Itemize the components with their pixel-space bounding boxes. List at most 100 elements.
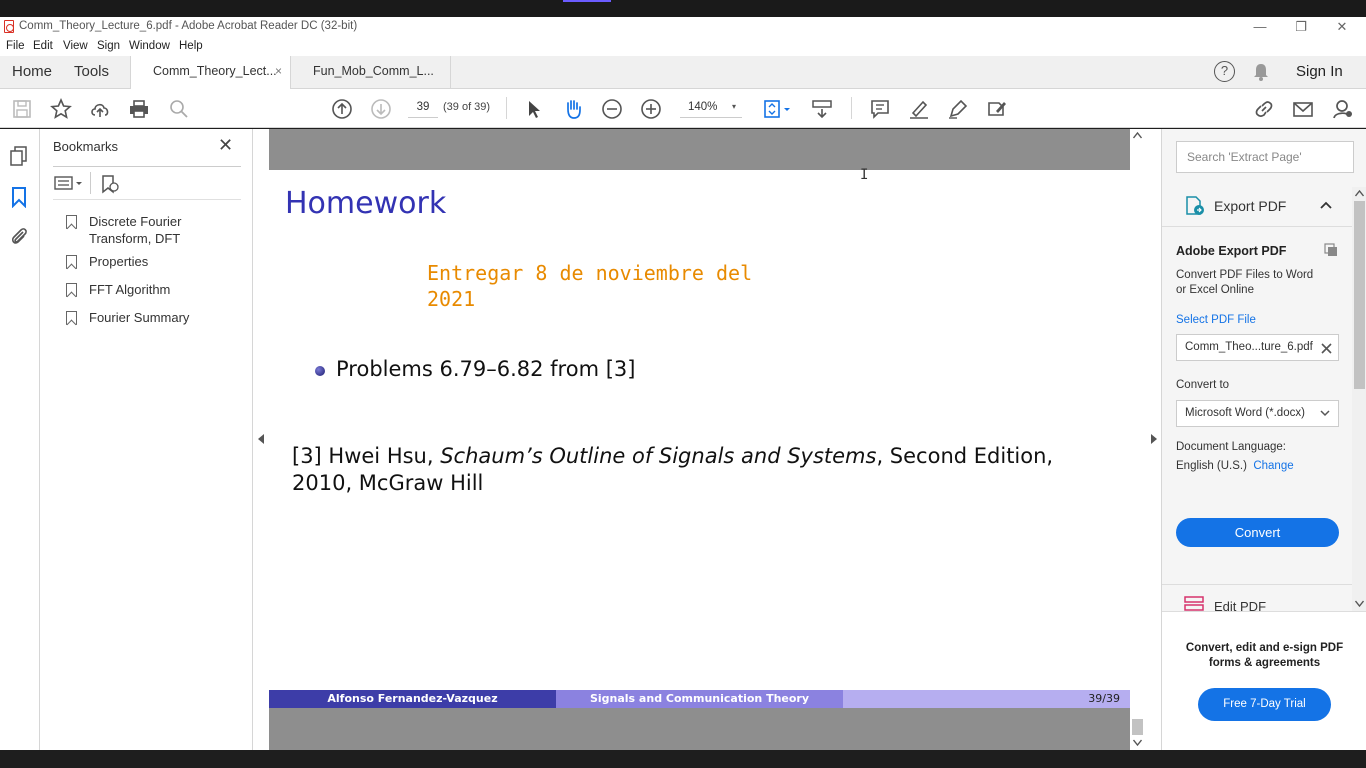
due-date-text: Entregar 8 de noviembre del 2021 <box>427 260 757 312</box>
reference: [3] Hwei Hsu, Schaum’s Outline of Signal… <box>292 443 1112 497</box>
edit-pdf-tool[interactable]: Edit PDF <box>1214 599 1266 611</box>
tools-pane: Search 'Extract Page' Export PDF Adobe E… <box>1161 129 1366 750</box>
print-icon[interactable] <box>128 98 150 120</box>
free-trial-button[interactable]: Free 7-Day Trial <box>1198 688 1331 721</box>
export-pdf-header[interactable]: Export PDF <box>1162 187 1352 227</box>
convert-button[interactable]: Convert <box>1176 518 1339 547</box>
share-link-icon[interactable] <box>1253 98 1275 120</box>
restore-button[interactable]: ❐ <box>1281 17 1321 37</box>
email-icon[interactable] <box>1292 98 1314 120</box>
bookmark-icon <box>66 283 77 297</box>
bookmarks-icon[interactable] <box>11 186 27 213</box>
menu-window[interactable]: Window <box>129 40 170 52</box>
window-title: Comm_Theory_Lecture_6.pdf - Adobe Acroba… <box>19 20 358 32</box>
add-bookmark-icon[interactable] <box>100 174 120 199</box>
account-share-icon[interactable] <box>1332 98 1354 120</box>
menu-help[interactable]: Help <box>179 40 203 52</box>
close-window-button[interactable]: ✕ <box>1322 17 1362 37</box>
save-icon[interactable] <box>11 98 33 120</box>
sign-in-link[interactable]: Sign In <box>1296 56 1343 89</box>
tab-document[interactable]: Fun_Mob_Comm_L... <box>291 56 451 89</box>
bookmark-item[interactable]: Fourier Summary <box>66 309 241 326</box>
page-thumbnails-icon[interactable] <box>9 145 29 172</box>
export-pdf-title: Export PDF <box>1214 198 1287 214</box>
toolbar-divider <box>851 97 852 119</box>
bookmarks-header: Bookmarks <box>53 139 119 154</box>
scroll-up-icon[interactable] <box>1355 190 1364 197</box>
reference-title: Schaum’s Outline of Signals and Systems <box>440 444 877 468</box>
highlight-icon[interactable] <box>908 98 930 120</box>
bell-icon[interactable] <box>1252 62 1270 82</box>
adobe-export-heading: Adobe Export PDF <box>1176 244 1287 258</box>
scroll-up-icon[interactable] <box>1133 132 1142 139</box>
comment-icon[interactable] <box>869 98 891 120</box>
hand-tool-icon[interactable] <box>562 98 584 120</box>
close-icon[interactable]: ✕ <box>218 135 233 156</box>
taskbar-accent <box>563 0 611 2</box>
attachments-icon[interactable] <box>9 225 29 252</box>
text-cursor-icon: I <box>860 167 869 183</box>
scroll-thumb[interactable] <box>1354 201 1365 389</box>
tab-home[interactable]: Home <box>12 56 52 89</box>
previous-page-icon[interactable] <box>331 98 353 120</box>
left-navigation-rail <box>0 129 40 750</box>
tab-document-active[interactable]: Comm_Theory_Lect... × <box>130 56 291 90</box>
footer-author: Alfonso Fernandez-Vazquez <box>269 690 556 708</box>
scroll-thumb[interactable] <box>1132 719 1143 735</box>
bookmark-options-icon[interactable] <box>54 175 84 196</box>
due-line-2: 2021 <box>427 287 476 311</box>
select-file-label[interactable]: Select PDF File <box>1176 314 1256 326</box>
format-value: Microsoft Word (*.docx) <box>1185 407 1305 419</box>
bookmark-item[interactable]: Discrete Fourier Transform, DFT <box>66 213 241 247</box>
menu-file[interactable]: File <box>6 40 25 52</box>
cloud-upload-icon[interactable] <box>89 98 111 120</box>
clear-file-icon[interactable] <box>1321 343 1332 354</box>
tab-tools[interactable]: Tools <box>74 56 109 89</box>
chevron-up-icon[interactable] <box>1320 201 1332 209</box>
toolbar-divider <box>506 97 507 119</box>
homework-problem: Problems 6.79–6.82 from [3] <box>336 357 636 381</box>
chevron-down-icon <box>1320 410 1330 417</box>
scroll-down-icon[interactable] <box>1133 739 1142 746</box>
bookmark-item[interactable]: FFT Algorithm <box>66 281 241 298</box>
zoom-out-icon[interactable] <box>601 98 623 120</box>
select-cursor-icon[interactable] <box>523 98 545 120</box>
menu-sign[interactable]: Sign <box>97 40 120 52</box>
bookmark-icon <box>66 255 77 269</box>
minimize-button[interactable]: — <box>1240 17 1280 37</box>
info-icon[interactable] <box>1324 243 1338 257</box>
scroll-down-icon[interactable] <box>1355 600 1364 607</box>
next-page-icon[interactable] <box>370 98 392 120</box>
promo-text: Convert, edit and e-sign PDF forms & agr… <box>1185 642 1344 669</box>
document-scrollbar[interactable] <box>1130 129 1145 750</box>
close-tab-icon[interactable]: × <box>275 56 282 87</box>
page-number-input[interactable]: 39 <box>408 96 438 118</box>
change-language-link[interactable]: Change <box>1253 460 1293 472</box>
sign-pen-icon[interactable] <box>947 98 969 120</box>
selected-file-name: Comm_Theo...ture_6.pdf <box>1185 341 1313 353</box>
collapse-right-panel[interactable] <box>1145 129 1161 750</box>
collapse-left-panel[interactable] <box>253 129 269 750</box>
fill-sign-icon[interactable] <box>986 98 1008 120</box>
slide-footer: Alfonso Fernandez-Vazquez Signals and Co… <box>269 690 1130 708</box>
footer-course: Signals and Communication Theory <box>556 690 843 708</box>
fit-page-icon[interactable] <box>762 98 794 120</box>
zoom-select[interactable]: 140% ▾ <box>680 96 742 118</box>
star-icon[interactable] <box>50 97 72 120</box>
help-icon[interactable]: ? <box>1214 61 1235 82</box>
footer-page-number: 39/39 <box>843 690 1130 708</box>
divider <box>53 199 241 200</box>
bookmark-item[interactable]: Properties <box>66 253 241 270</box>
scroll-mode-icon[interactable] <box>811 98 833 120</box>
menu-view[interactable]: View <box>63 40 88 52</box>
os-taskbar <box>0 750 1366 768</box>
tab-label: Fun_Mob_Comm_L... <box>313 64 434 78</box>
tools-search-input[interactable]: Search 'Extract Page' <box>1176 141 1354 173</box>
format-select[interactable]: Microsoft Word (*.docx) <box>1176 400 1339 427</box>
zoom-in-icon[interactable] <box>640 98 662 120</box>
menu-edit[interactable]: Edit <box>33 40 53 52</box>
find-icon[interactable] <box>168 98 190 120</box>
selected-file-field[interactable]: Comm_Theo...ture_6.pdf <box>1176 334 1339 361</box>
divider <box>90 172 91 194</box>
bookmark-icon <box>66 215 77 229</box>
